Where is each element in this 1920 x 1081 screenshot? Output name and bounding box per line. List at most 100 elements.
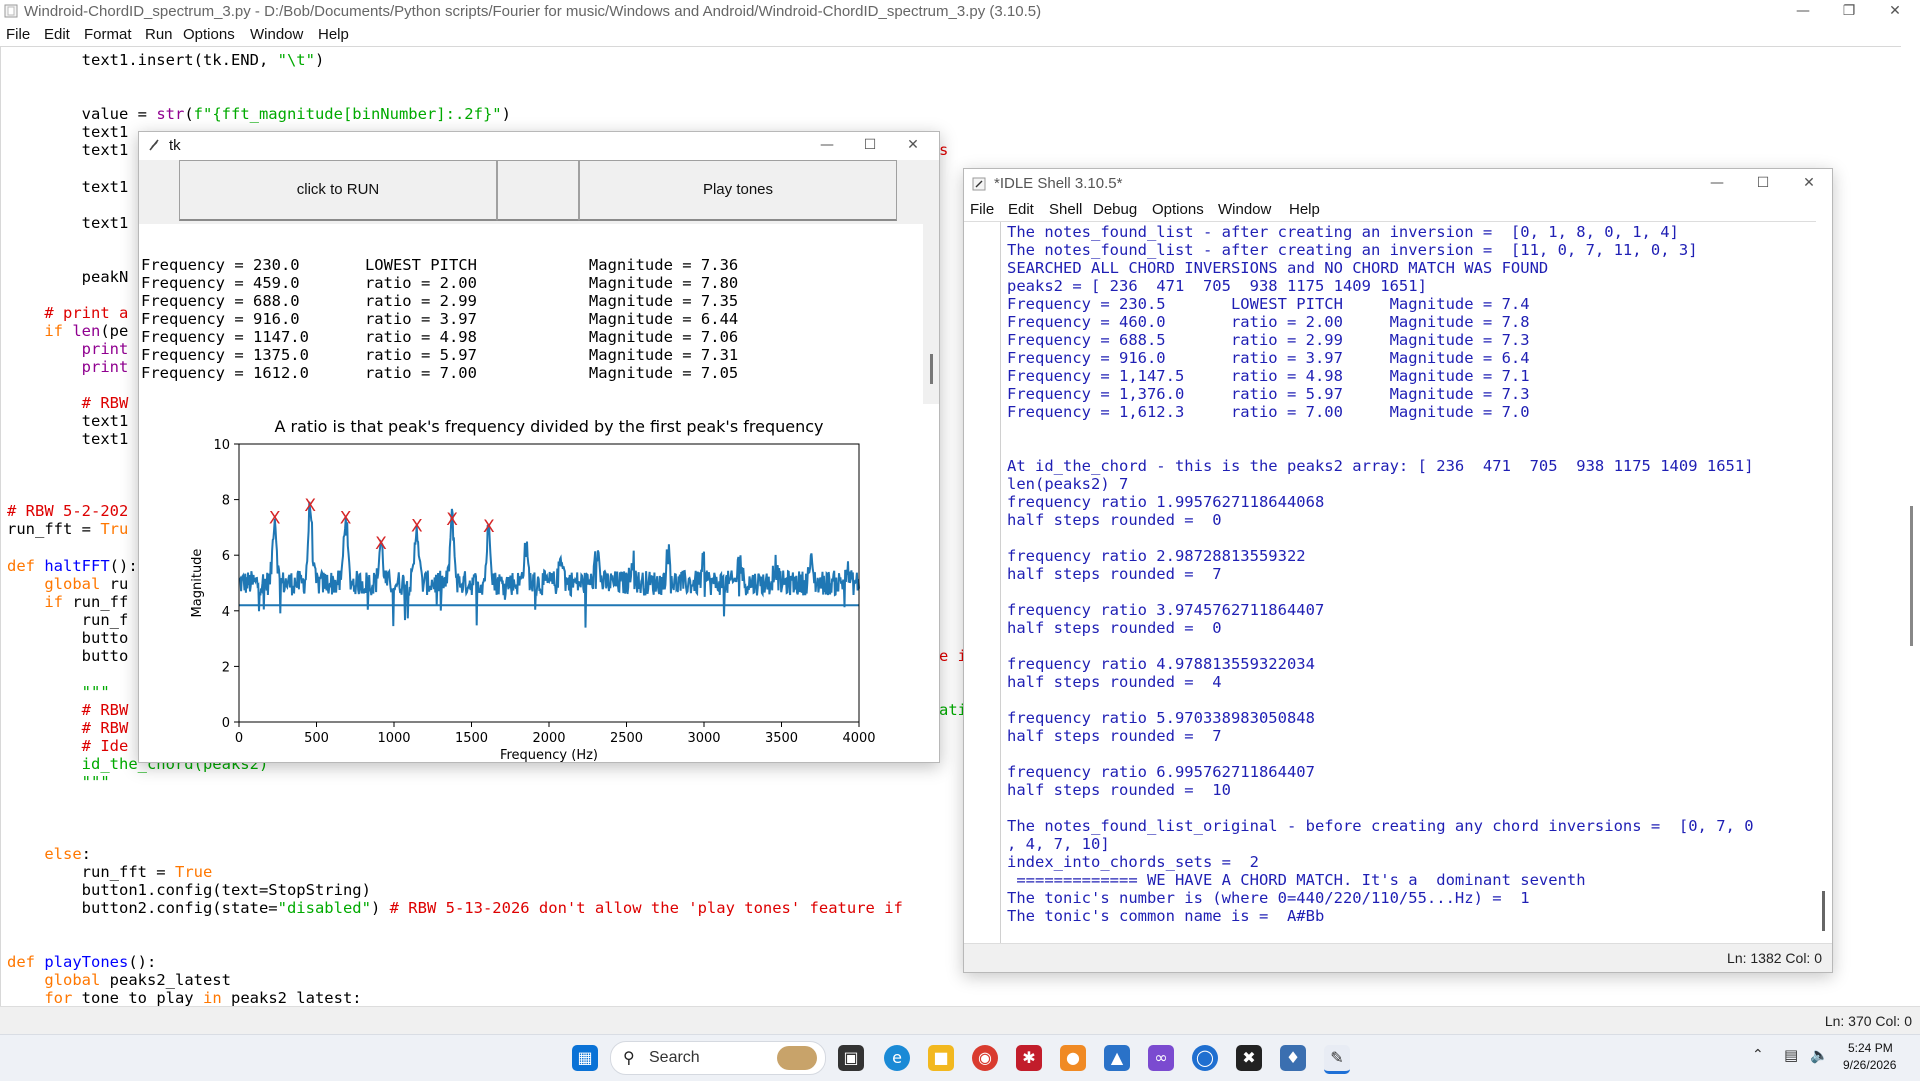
code-line: text1 — [7, 178, 129, 196]
tk-minimize-button[interactable]: — — [804, 134, 850, 158]
tk-close-button[interactable]: ✕ — [890, 134, 936, 158]
shell-output-line: The notes_found_list - after creating an… — [1007, 223, 1679, 241]
editor-menu-run[interactable]: Run — [145, 26, 173, 43]
shell-scrollbar[interactable] — [1816, 221, 1832, 943]
maximize-button[interactable]: ❐ — [1826, 0, 1872, 24]
file-explorer-icon[interactable]: ■ — [928, 1045, 954, 1071]
result-line: Frequency = 688.0 ratio = 2.99 Magnitude… — [141, 292, 739, 310]
clock-time[interactable]: 5:24 PM — [1848, 1041, 1893, 1055]
results-scroll-thumb[interactable] — [930, 354, 933, 384]
chevron-up-icon[interactable]: ⌃ — [1752, 1047, 1764, 1063]
shell-close-button[interactable]: ✕ — [1786, 172, 1832, 196]
shell-minimize-button[interactable]: — — [1694, 172, 1740, 196]
editor-menu-format[interactable]: Format — [84, 26, 132, 43]
spectrum-series-line — [238, 501, 860, 628]
result-line: Frequency = 230.0 LOWEST PITCH Magnitude… — [141, 256, 739, 274]
peak-marker: X — [304, 496, 316, 516]
task-view-icon[interactable]: ▣ — [838, 1045, 864, 1071]
shell-output-line: The tonic's common name is = A#Bb — [1007, 907, 1325, 925]
tk-window[interactable]: tk — ☐ ✕ click to RUN Play tones Frequen… — [138, 131, 940, 763]
code-line: # print a — [7, 304, 128, 322]
code-token: button1.config(text=StopString) — [7, 881, 371, 899]
editor-menu-help[interactable]: Help — [318, 26, 349, 43]
shell-output-line: Frequency = 1,612.3 ratio = 7.00 Magnitu… — [1007, 403, 1530, 421]
editor-menu-file[interactable]: File — [6, 26, 30, 43]
chrome-icon[interactable]: ◉ — [972, 1045, 998, 1071]
code-token: ( — [184, 105, 194, 123]
search-label: Search — [649, 1049, 700, 1066]
idle-shell-window[interactable]: *IDLE Shell 3.10.5* — ☐ ✕ File Edit Shell D… — [963, 168, 1833, 973]
editor-scrollbar[interactable] — [1904, 46, 1920, 1006]
shell-output-line: peaks2 = [ 236 471 705 938 1175 1409 165… — [1007, 277, 1427, 295]
code-token: run_fft = — [7, 520, 101, 538]
shell-menu-window[interactable]: Window — [1218, 201, 1271, 218]
tk-window-title: tk — [169, 137, 181, 154]
search-icon: ⚲ — [623, 1048, 635, 1067]
code-token: (pe — [100, 322, 129, 340]
code-token: (): — [128, 953, 157, 971]
app-red-icon[interactable]: ✱ — [1016, 1045, 1042, 1071]
y-tick-label: 4 — [222, 605, 230, 620]
minimize-button[interactable]: — — [1780, 0, 1826, 24]
app-orange-icon[interactable]: ● — [1060, 1045, 1086, 1071]
code-line: button2.config(state="disabled") # RBW 5… — [7, 899, 903, 917]
spectrum-chart: A ratio is that peak's frequency divided… — [190, 417, 876, 762]
editor-menu-window[interactable]: Window — [250, 26, 303, 43]
python-icon[interactable]: ♦ — [1280, 1045, 1306, 1071]
shell-output[interactable]: The notes_found_list - after creating an… — [964, 221, 1816, 944]
x-tick-label: 1500 — [455, 731, 488, 746]
editor-menu-edit[interactable]: Edit — [44, 26, 70, 43]
results-scrollbar[interactable] — [923, 224, 939, 404]
app-circle-icon[interactable]: ◯ — [1192, 1045, 1218, 1071]
close-button[interactable]: ✕ — [1872, 0, 1918, 24]
y-tick-label: 2 — [222, 660, 230, 675]
shell-maximize-button[interactable]: ☐ — [1740, 172, 1786, 196]
idle-taskbar-icon[interactable]: ✎ — [1324, 1045, 1350, 1074]
shell-output-line: The notes_found_list - after creating an… — [1007, 241, 1698, 259]
code-line: global peaks2_latest — [7, 971, 231, 989]
tk-maximize-button[interactable]: ☐ — [847, 134, 893, 158]
visual-studio-icon[interactable]: ∞ — [1148, 1045, 1174, 1071]
shell-gutter — [1000, 222, 1001, 944]
editor-scroll-thumb[interactable] — [1910, 506, 1913, 646]
x-tick-label: 4000 — [842, 731, 875, 746]
code-token: peaks2_latest — [100, 971, 231, 989]
results-textbox[interactable]: Frequency = 230.0 LOWEST PITCH Magnitude… — [139, 224, 931, 404]
code-line: button1.config(text=StopString) — [7, 881, 371, 899]
run-button[interactable]: click to RUN — [179, 160, 497, 221]
shell-window-title: *IDLE Shell 3.10.5* — [994, 175, 1123, 192]
edge-browser-icon[interactable]: e — [884, 1045, 910, 1071]
shell-output-line: Frequency = 1,147.5 ratio = 4.98 Magnitu… — [1007, 367, 1530, 385]
shell-scroll-thumb[interactable] — [1822, 891, 1825, 931]
code-line: run_fft = True — [7, 863, 213, 881]
code-token: global — [44, 575, 101, 593]
shell-menu-edit[interactable]: Edit — [1008, 201, 1034, 218]
code-token: # print a — [44, 304, 129, 322]
shell-menu-options[interactable]: Options — [1152, 201, 1204, 218]
start-button-icon[interactable]: ▦ — [572, 1045, 598, 1071]
code-token: (): — [109, 557, 138, 575]
shell-menu-debug[interactable]: Debug — [1093, 201, 1137, 218]
shell-menu-file[interactable]: File — [970, 201, 994, 218]
code-line: # RBW — [7, 701, 129, 719]
code-token: # RBW — [81, 719, 129, 737]
app-x-icon[interactable]: ✖ — [1236, 1045, 1262, 1071]
network-icon[interactable]: ▤ — [1784, 1046, 1798, 1064]
code-line: # RBW — [7, 394, 129, 412]
app-blue-icon[interactable]: ▲ — [1104, 1045, 1130, 1071]
code-token: ) — [370, 899, 390, 917]
taskbar-search[interactable]: ⚲ Search — [610, 1041, 826, 1075]
play-tones-button[interactable]: Play tones — [579, 160, 897, 221]
tk-titlebar: tk — ☐ ✕ — [139, 132, 939, 160]
shell-menu-help[interactable]: Help — [1289, 201, 1320, 218]
editor-menu-options[interactable]: Options — [183, 26, 235, 43]
code-line: print — [7, 358, 129, 376]
shell-menu-shell[interactable]: Shell — [1049, 201, 1082, 218]
clock-date[interactable]: 9/26/2026 — [1843, 1058, 1896, 1072]
code-token: # RBW 5-2-202 — [7, 502, 129, 520]
volume-icon[interactable]: 🔈 — [1810, 1046, 1829, 1064]
result-line: Frequency = 459.0 ratio = 2.00 Magnitude… — [141, 274, 739, 292]
